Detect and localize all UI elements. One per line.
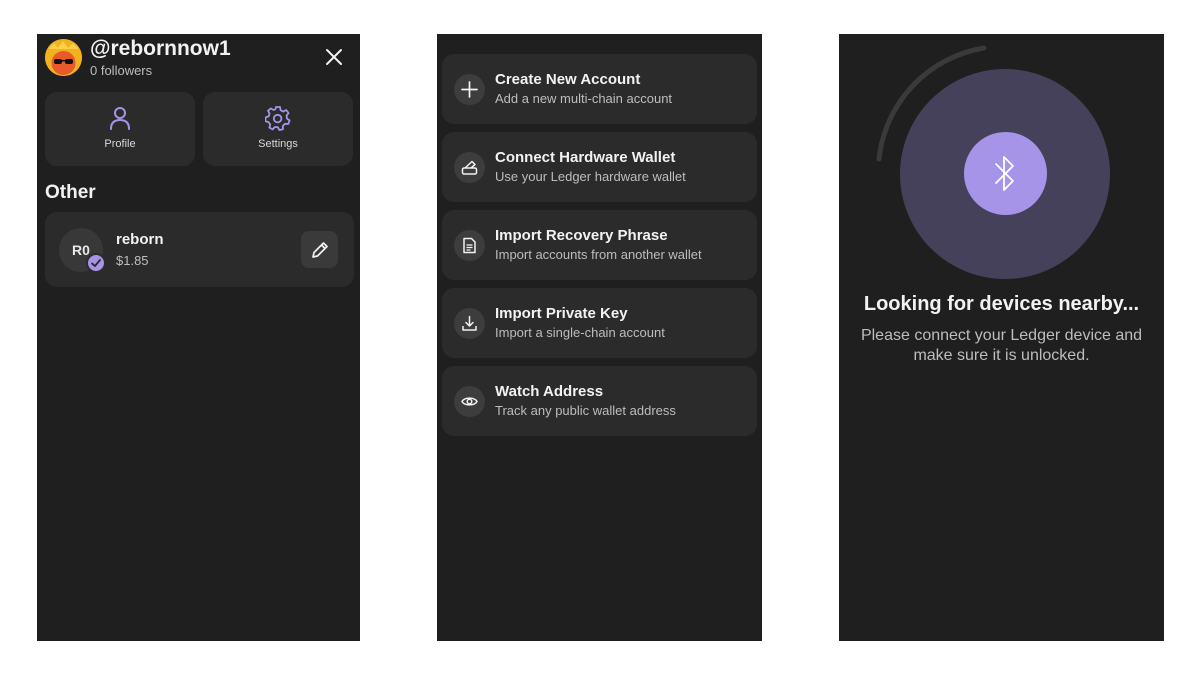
option-subtitle: Add a new multi-chain account: [495, 91, 673, 106]
hardware-wallet-icon: [454, 152, 485, 183]
user-avatar[interactable]: [45, 39, 82, 76]
option-subtitle: Track any public wallet address: [495, 403, 676, 418]
download-icon: [454, 308, 485, 339]
document-icon: [454, 230, 485, 261]
person-icon: [110, 107, 130, 130]
option-title: Connect Hardware Wallet: [495, 149, 676, 166]
plus-icon: [454, 74, 485, 105]
selected-check-icon: [86, 253, 106, 273]
option-title: Import Private Key: [495, 305, 628, 322]
edit-account-button[interactable]: [301, 231, 338, 268]
option-subtitle: Import a single-chain account: [495, 325, 665, 340]
connect-hardware-wallet-option[interactable]: Connect Hardware Wallet Use your Ledger …: [442, 132, 757, 202]
import-private-key-option[interactable]: Import Private Key Import a single-chain…: [442, 288, 757, 358]
option-subtitle: Use your Ledger hardware wallet: [495, 169, 686, 184]
import-recovery-phrase-option[interactable]: Import Recovery Phrase Import accounts f…: [442, 210, 757, 280]
settings-tile-label: Settings: [258, 138, 298, 150]
account-name: reborn: [116, 231, 164, 248]
eye-icon: [454, 386, 485, 417]
option-title: Watch Address: [495, 383, 604, 400]
bluetooth-icon: [995, 156, 1014, 191]
searching-subtitle: Please connect your Ledger device and ma…: [860, 327, 1143, 364]
settings-tile[interactable]: Settings: [203, 92, 353, 166]
bluetooth-badge: [964, 132, 1047, 215]
create-new-account-option[interactable]: Create New Account Add a new multi-chain…: [442, 54, 757, 124]
ledger-search-screen: Looking for devices nearby... Please con…: [839, 34, 1164, 641]
account-card[interactable]: R0 reborn $1.85: [45, 212, 354, 287]
profile-menu-screen: @rebornnow1 0 followers Profile Settings…: [37, 34, 360, 641]
add-account-screen: Create New Account Add a new multi-chain…: [437, 34, 762, 641]
option-title: Import Recovery Phrase: [495, 227, 668, 244]
profile-tile-label: Profile: [104, 138, 136, 150]
gear-icon: [265, 106, 291, 131]
username: @rebornnow1: [90, 37, 231, 60]
profile-tile[interactable]: Profile: [45, 92, 195, 166]
section-title-other: Other: [45, 182, 96, 203]
close-icon: [326, 49, 342, 65]
close-button[interactable]: [323, 46, 345, 68]
pencil-icon: [312, 242, 328, 258]
watch-address-option[interactable]: Watch Address Track any public wallet ad…: [442, 366, 757, 436]
searching-title: Looking for devices nearby...: [863, 293, 1140, 315]
option-title: Create New Account: [495, 71, 641, 88]
followers-count[interactable]: 0 followers: [90, 63, 152, 78]
option-subtitle: Import accounts from another wallet: [495, 247, 702, 262]
account-balance: $1.85: [116, 253, 149, 268]
